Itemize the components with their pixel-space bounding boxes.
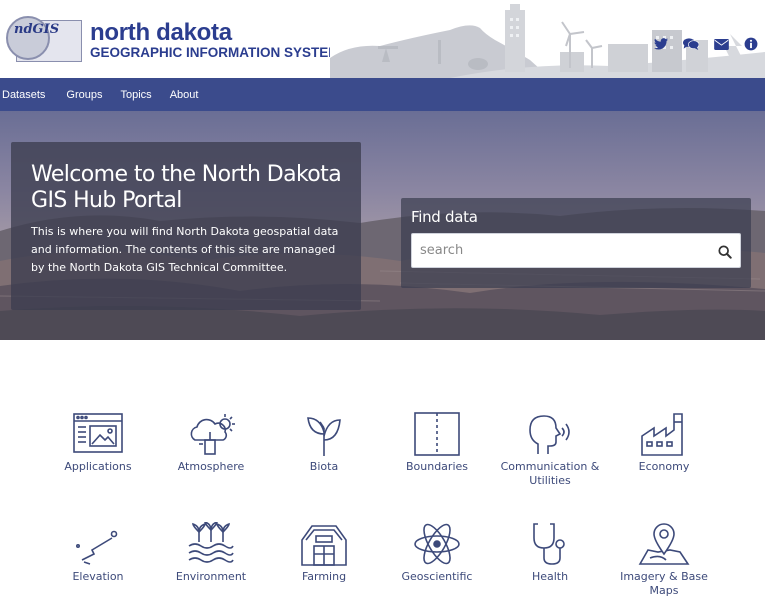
category-imagery-base-maps[interactable]: Imagery & Base Maps <box>609 522 719 598</box>
category-health[interactable]: Health <box>495 522 605 584</box>
nav-about[interactable]: About <box>161 89 208 101</box>
health-icon <box>533 523 565 565</box>
category-farming[interactable]: Farming <box>269 522 379 584</box>
site-header: ndGIS north dakota GEOGRAPHIC INFORMATIO… <box>0 0 765 78</box>
geoscientific-icon <box>414 523 460 565</box>
category-economy[interactable]: Economy <box>609 412 719 474</box>
brand-title[interactable]: north dakota <box>90 21 232 45</box>
atmosphere-icon <box>190 414 235 455</box>
category-atmosphere[interactable]: Atmosphere <box>156 412 266 474</box>
category-label: Communication & Utilities <box>500 460 600 487</box>
category-environment[interactable]: Environment <box>156 522 266 584</box>
category-label: Environment <box>175 570 247 583</box>
category-geoscientific[interactable]: Geoscientific <box>382 522 492 584</box>
envelope-icon[interactable] <box>713 36 729 52</box>
social-links <box>653 36 759 54</box>
welcome-title: Welcome to the North Dakota GIS Hub Port… <box>31 162 342 213</box>
category-label: Applications <box>64 460 132 473</box>
category-biota[interactable]: Biota <box>269 412 379 474</box>
logo-badge-text: ndGIS <box>14 22 60 37</box>
environment-icon <box>188 522 234 563</box>
search-icon[interactable] <box>718 245 732 259</box>
welcome-panel: Welcome to the North Dakota GIS Hub Port… <box>11 142 361 310</box>
category-applications[interactable]: Applications <box>43 412 153 474</box>
category-elevation[interactable]: Elevation <box>43 522 153 584</box>
search-input[interactable] <box>412 234 712 267</box>
imagery-icon <box>638 523 690 565</box>
elevation-icon <box>76 530 118 565</box>
welcome-description: This is where you will find North Dakota… <box>31 225 339 274</box>
applications-icon <box>73 413 123 453</box>
info-icon[interactable] <box>743 36 759 52</box>
category-communication-utilities[interactable]: Communication & Utilities <box>495 412 605 488</box>
category-label: Economy <box>638 460 690 473</box>
category-label: Elevation <box>72 570 124 583</box>
category-label: Atmosphere <box>177 460 245 473</box>
search-box <box>411 233 741 268</box>
comments-icon[interactable] <box>683 36 699 52</box>
main-nav: Datasets Groups Topics About <box>0 78 765 111</box>
category-label: Farming <box>301 570 347 583</box>
brand-subtitle[interactable]: GEOGRAPHIC INFORMATION SYSTEMS <box>90 45 349 62</box>
nav-groups[interactable]: Groups <box>57 89 111 101</box>
nav-topics[interactable]: Topics <box>112 89 161 101</box>
category-boundaries[interactable]: Boundaries <box>382 412 492 474</box>
topic-categories: Applications Atmosphere Biota Boundaries <box>0 340 765 611</box>
category-label: Boundaries <box>405 460 469 473</box>
category-label: Geoscientific <box>401 570 473 583</box>
twitter-icon[interactable] <box>653 36 669 52</box>
hero-banner: Welcome to the North Dakota GIS Hub Port… <box>0 111 765 340</box>
nav-datasets[interactable]: Datasets <box>0 89 57 101</box>
boundaries-icon <box>414 412 460 456</box>
economy-icon <box>641 413 683 456</box>
find-data-panel: Find data <box>401 198 751 288</box>
farming-icon <box>301 525 347 566</box>
logo-badge: ndGIS <box>6 16 59 60</box>
communication-icon <box>529 415 570 454</box>
category-label: Health <box>531 570 569 583</box>
find-data-title: Find data <box>411 208 478 226</box>
category-label: Imagery & Base Maps <box>620 570 708 597</box>
category-label: Biota <box>309 460 339 473</box>
biota-icon <box>307 417 341 456</box>
